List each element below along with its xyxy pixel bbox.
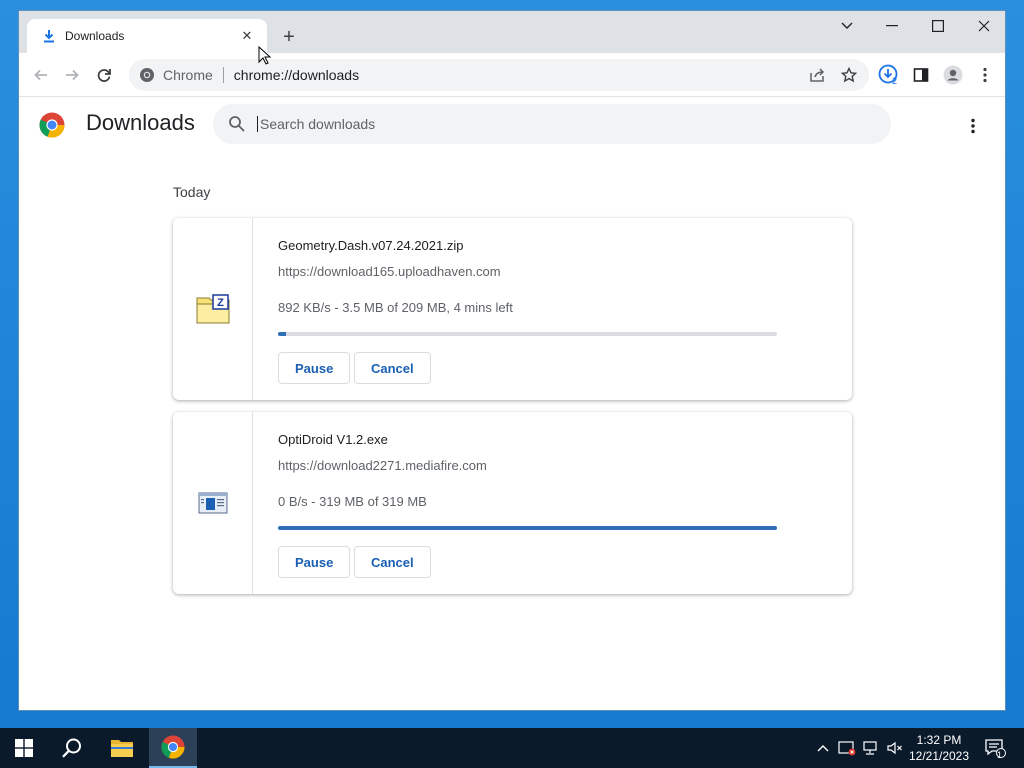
download-icon xyxy=(41,28,57,44)
close-window-button[interactable] xyxy=(961,11,1005,41)
download-progress-bar xyxy=(278,526,777,530)
title-bar: Downloads ✕ + xyxy=(19,11,1005,53)
security-tray-button[interactable] xyxy=(836,728,858,768)
maximize-icon xyxy=(932,20,944,32)
file-icon-column: Z xyxy=(173,218,253,400)
tab-title: Downloads xyxy=(65,29,125,43)
clock-date: 12/21/2023 xyxy=(908,749,970,763)
browser-menu-button[interactable] xyxy=(973,63,997,87)
site-info-chip[interactable]: Chrome xyxy=(139,67,213,83)
kebab-menu-icon xyxy=(971,118,975,134)
star-icon xyxy=(841,67,857,83)
windows-logo-icon xyxy=(15,739,33,757)
svg-text:Z: Z xyxy=(217,297,224,309)
show-hidden-icons-button[interactable] xyxy=(812,728,834,768)
source-url[interactable]: https://download2271.mediafire.com xyxy=(278,458,487,473)
address-bar[interactable]: Chrome chrome://downloads xyxy=(129,59,869,91)
download-item: OptiDroid V1.2.exe https://download2271.… xyxy=(173,412,852,594)
cancel-button[interactable]: Cancel xyxy=(354,352,431,384)
chrome-logo-icon xyxy=(39,112,65,138)
pause-button[interactable]: Pause xyxy=(278,546,351,578)
progress-fill xyxy=(278,332,287,336)
date-section-label: Today xyxy=(173,184,211,200)
downloads-count-badge: 2 xyxy=(892,76,898,86)
file-name-link[interactable]: Geometry.Dash.v07.24.2021.zip xyxy=(278,238,463,253)
chevron-up-icon xyxy=(817,745,829,752)
share-button[interactable] xyxy=(805,63,829,87)
chevron-down-icon xyxy=(841,22,853,29)
reload-button[interactable] xyxy=(92,63,116,87)
back-button[interactable] xyxy=(29,63,53,87)
file-explorer-button[interactable] xyxy=(98,728,146,768)
search-icon xyxy=(229,116,245,132)
file-name-link[interactable]: OptiDroid V1.2.exe xyxy=(278,432,388,447)
notification-count-badge: 1 xyxy=(997,750,1003,760)
notification-icon xyxy=(985,739,1006,758)
action-center-button[interactable]: 1 xyxy=(980,728,1010,768)
clock-time: 1:32 PM xyxy=(916,733,962,747)
cancel-button[interactable]: Cancel xyxy=(354,546,431,578)
share-icon xyxy=(810,68,825,82)
forward-button[interactable] xyxy=(60,63,84,87)
taskbar: 1:32 PM 12/21/2023 1 xyxy=(0,728,1024,768)
downloads-button[interactable]: 2 xyxy=(877,63,901,87)
reload-icon xyxy=(97,69,111,82)
browser-toolbar: Chrome chrome://downloads 2 xyxy=(19,53,1005,97)
close-tab-icon[interactable]: ✕ xyxy=(237,26,257,46)
page-title: Downloads xyxy=(86,110,195,135)
kebab-menu-icon xyxy=(983,67,987,83)
maximize-button[interactable] xyxy=(915,11,961,41)
taskbar-search-button[interactable] xyxy=(48,728,96,768)
file-icon-column xyxy=(173,412,253,594)
minimize-icon xyxy=(886,25,898,27)
chrome-icon xyxy=(161,735,185,759)
side-panel-button[interactable] xyxy=(909,63,933,87)
folder-icon xyxy=(111,740,133,757)
arrow-right-icon xyxy=(66,69,79,81)
progress-fill xyxy=(278,526,777,530)
omnibox-divider xyxy=(222,67,224,83)
download-item: Z Geometry.Dash.v07.24.2021.zip https://… xyxy=(173,218,852,400)
search-input[interactable] xyxy=(257,116,857,132)
url-text: chrome://downloads xyxy=(233,67,360,83)
tab-search-button[interactable] xyxy=(824,11,870,41)
volume-tray-button[interactable] xyxy=(884,728,906,768)
browser-window: Downloads ✕ + Chrome chrome://downloads … xyxy=(18,10,1006,711)
new-tab-button[interactable]: + xyxy=(277,25,301,49)
site-chip-label: Chrome xyxy=(163,67,213,83)
minimize-button[interactable] xyxy=(869,11,915,41)
tab-downloads[interactable]: Downloads ✕ xyxy=(27,19,267,53)
download-progress-bar xyxy=(278,332,777,336)
start-button[interactable] xyxy=(0,728,48,768)
network-tray-button[interactable] xyxy=(860,728,882,768)
side-panel-icon xyxy=(913,68,929,82)
arrow-left-icon xyxy=(34,69,47,81)
close-icon xyxy=(978,20,990,32)
exe-file-icon xyxy=(198,492,227,514)
volume-muted-icon xyxy=(887,741,902,755)
mouse-cursor-icon xyxy=(258,46,272,65)
profile-button[interactable] xyxy=(941,63,965,87)
security-warning-icon xyxy=(838,741,856,756)
search-downloads-box[interactable] xyxy=(213,104,891,144)
page-menu-button[interactable] xyxy=(961,114,985,138)
search-icon xyxy=(62,738,81,758)
bookmark-button[interactable] xyxy=(837,63,861,87)
pause-button[interactable]: Pause xyxy=(278,352,351,384)
zip-file-icon: Z xyxy=(196,294,229,324)
avatar-icon xyxy=(943,65,963,85)
source-url[interactable]: https://download165.uploadhaven.com xyxy=(278,264,501,279)
chrome-taskbar-button[interactable] xyxy=(149,728,197,768)
downloads-header: Downloads xyxy=(19,98,1005,154)
network-icon xyxy=(863,741,877,755)
download-status: 0 B/s - 319 MB of 319 MB xyxy=(278,494,427,509)
system-clock[interactable]: 1:32 PM 12/21/2023 xyxy=(904,732,974,764)
chrome-small-icon xyxy=(140,68,154,82)
download-status: 892 KB/s - 3.5 MB of 209 MB, 4 mins left xyxy=(278,300,513,315)
